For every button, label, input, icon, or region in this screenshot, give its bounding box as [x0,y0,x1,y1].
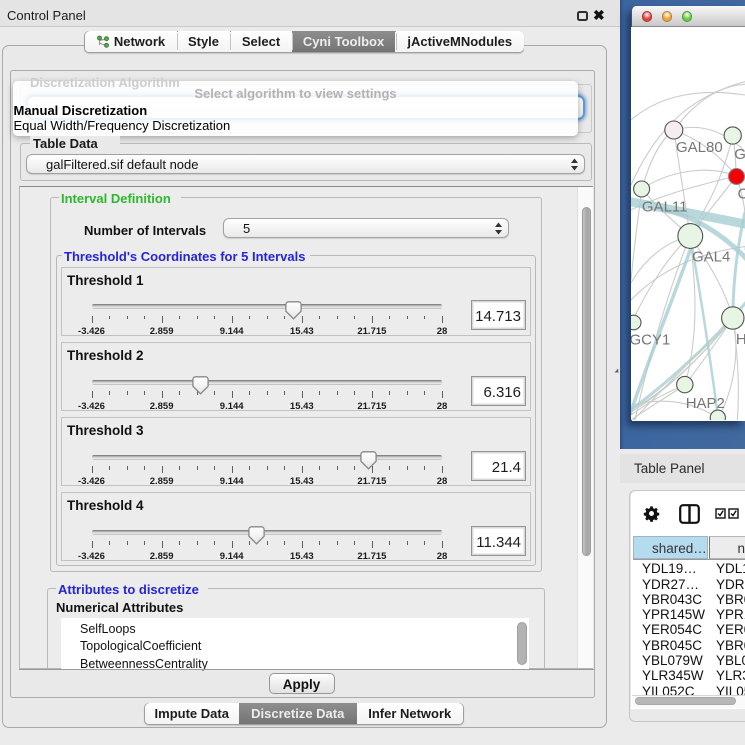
svg-text:GAL11: GAL11 [642,199,688,216]
svg-text:GCY1: GCY1 [631,332,670,349]
svg-text:GAL4: GAL4 [692,249,730,266]
svg-text:GAL80: GAL80 [676,139,723,156]
svg-text:HIS4: HIS4 [736,331,745,348]
svg-text:CYC8: CYC8 [738,186,745,203]
svg-text:GAL7: GAL7 [734,146,745,163]
svg-text:HAP2: HAP2 [686,395,725,412]
